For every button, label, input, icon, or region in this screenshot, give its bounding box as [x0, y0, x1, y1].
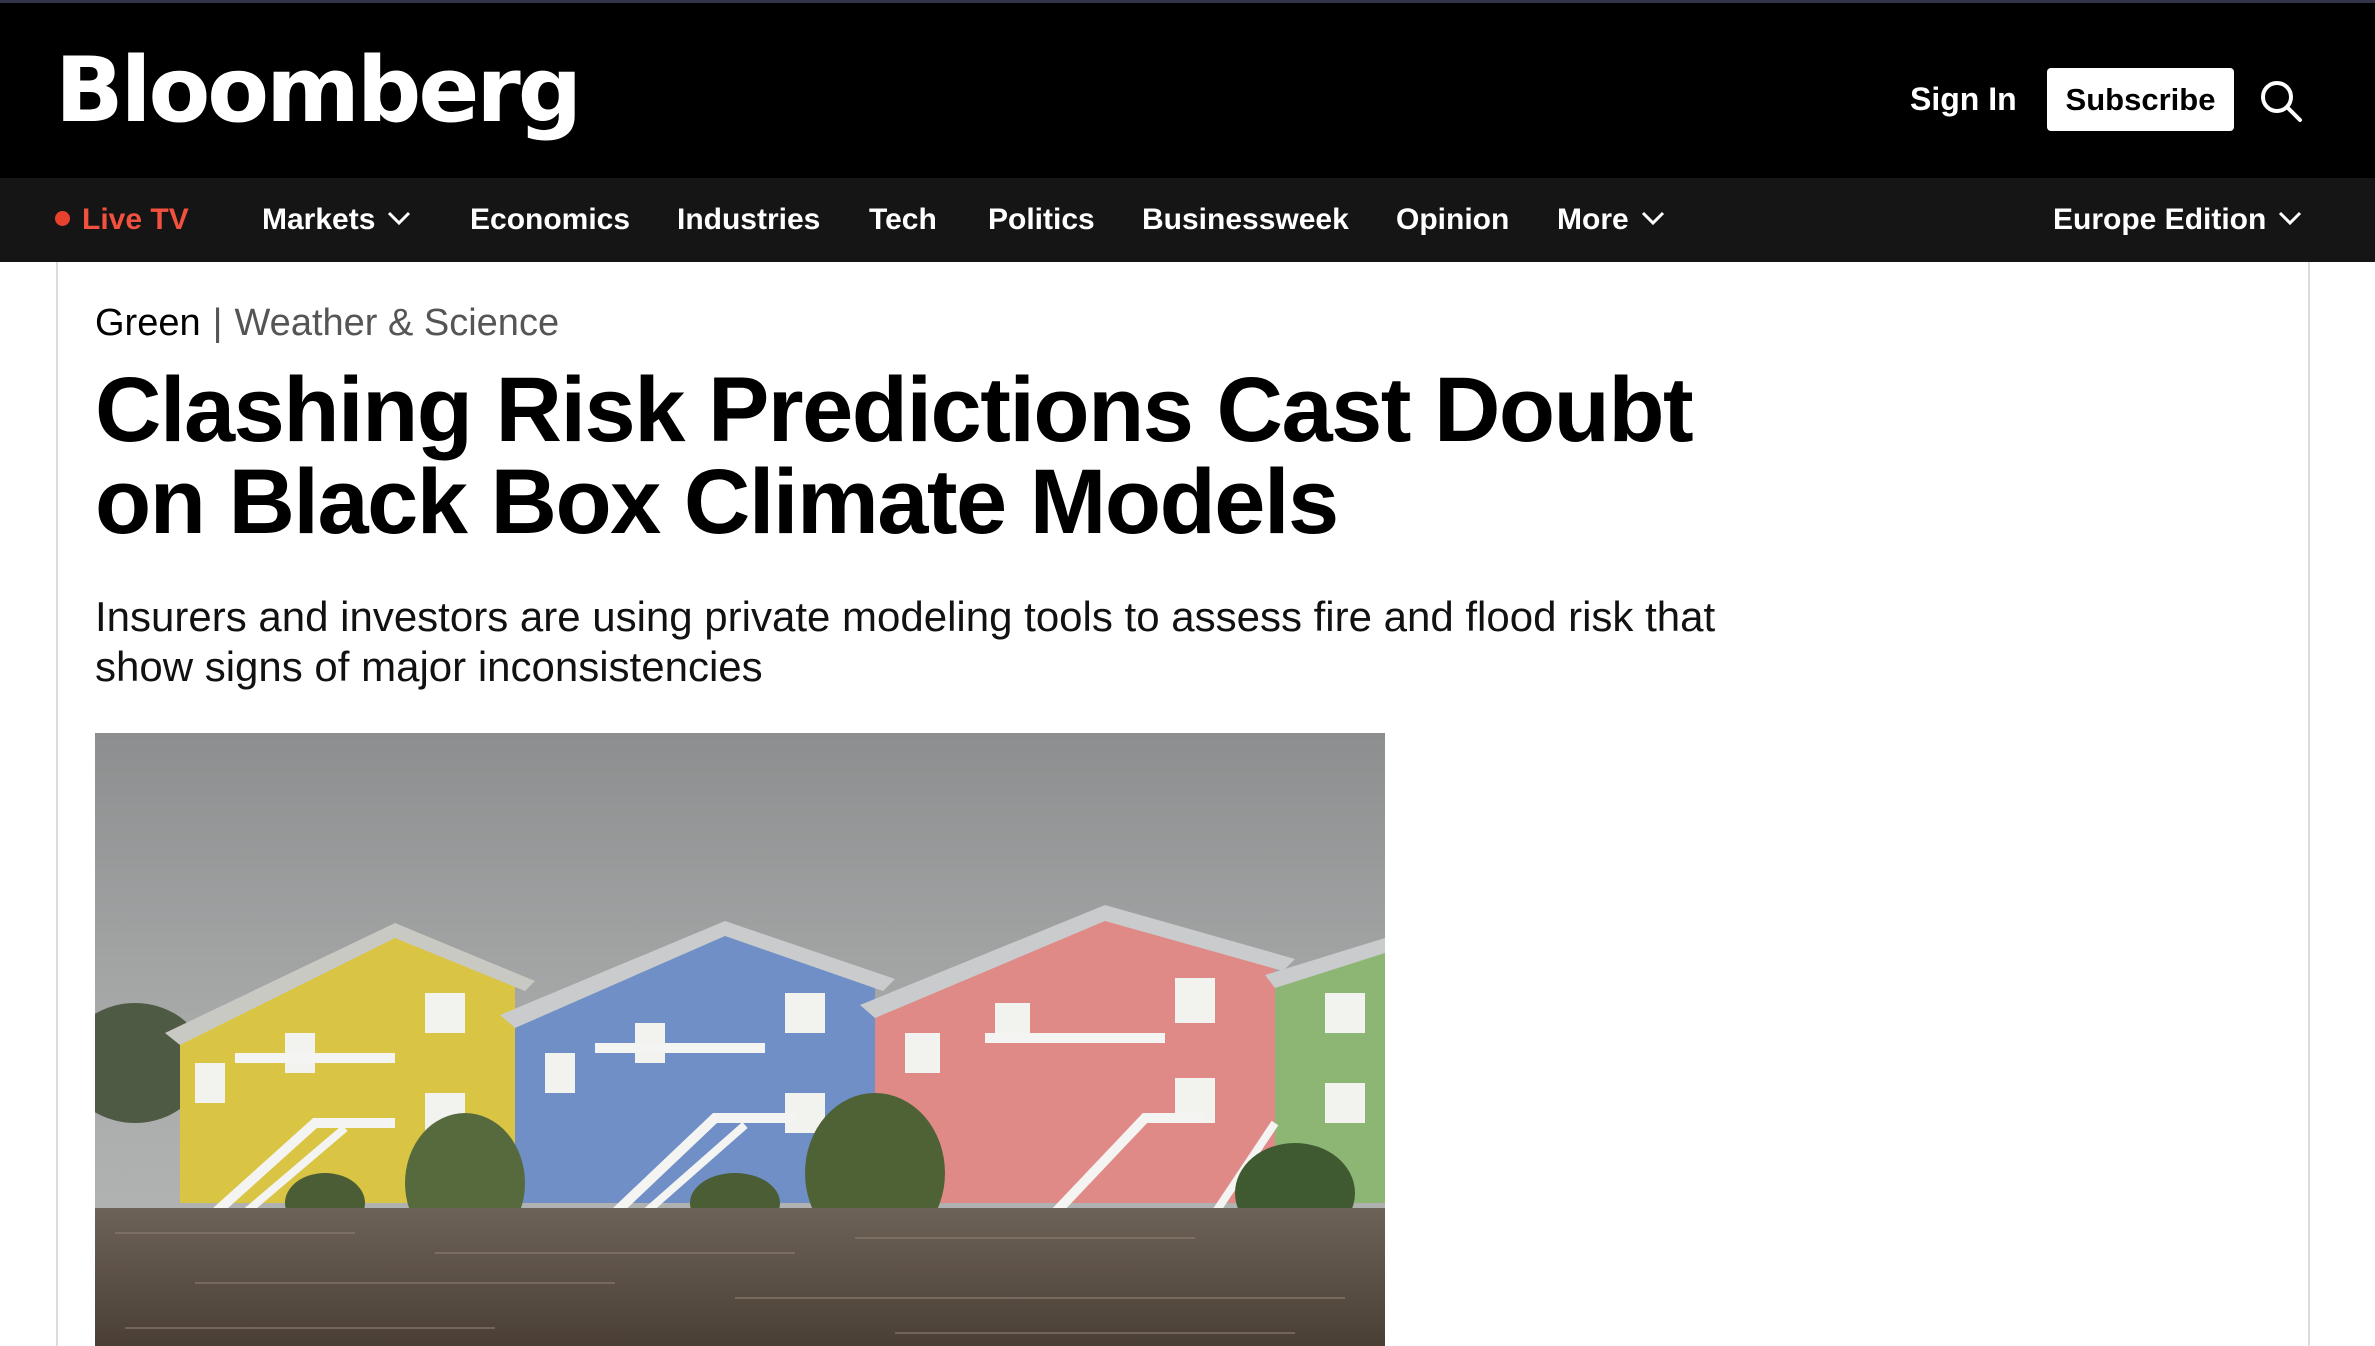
main-navigation: Live TV Markets Economics Industries Tec…	[0, 178, 2375, 262]
nav-politics[interactable]: Politics	[988, 178, 1095, 262]
nav-businessweek[interactable]: Businessweek	[1142, 178, 1349, 262]
nav-markets-label: Markets	[262, 203, 376, 236]
content-frame-left	[56, 262, 58, 1346]
hero-image	[95, 733, 1385, 1346]
flooded-houses-photo	[95, 733, 1385, 1346]
content-frame-right	[2308, 262, 2310, 1346]
breadcrumb-section[interactable]: Green	[95, 302, 201, 344]
live-tv-label: Live TV	[82, 203, 189, 236]
nav-live-tv[interactable]: Live TV	[55, 178, 189, 262]
search-icon[interactable]	[2258, 78, 2304, 124]
nav-markets[interactable]: Markets	[262, 178, 411, 262]
subscribe-button[interactable]: Subscribe	[2047, 68, 2234, 131]
chevron-down-icon	[1641, 212, 1664, 226]
live-dot-icon	[55, 210, 70, 226]
breadcrumb-separator: |	[212, 302, 223, 344]
nav-opinion[interactable]: Opinion	[1396, 178, 1509, 262]
article-headline: Clashing Risk Predictions Cast Doubt on …	[95, 359, 1694, 553]
breadcrumb-subsection[interactable]: Weather & Science	[235, 302, 560, 344]
nav-more-label: More	[1557, 203, 1629, 236]
nav-tech[interactable]: Tech	[869, 178, 937, 262]
nav-economics[interactable]: Economics	[470, 178, 630, 262]
sign-in-link[interactable]: Sign In	[1910, 79, 2017, 119]
edition-label: Europe Edition	[2053, 203, 2267, 236]
edition-selector[interactable]: Europe Edition	[2053, 178, 2302, 262]
bloomberg-logo[interactable]: Bloomberg	[55, 41, 582, 141]
nav-industries[interactable]: Industries	[677, 178, 820, 262]
chevron-down-icon	[388, 212, 411, 226]
chevron-down-icon	[2279, 212, 2302, 226]
article-dek: Insurers and investors are using private…	[95, 593, 1716, 690]
breadcrumb: Green | Weather & Science	[95, 300, 559, 346]
masthead: Bloomberg Sign In Subscribe	[0, 3, 2375, 178]
nav-more[interactable]: More	[1557, 178, 1665, 262]
